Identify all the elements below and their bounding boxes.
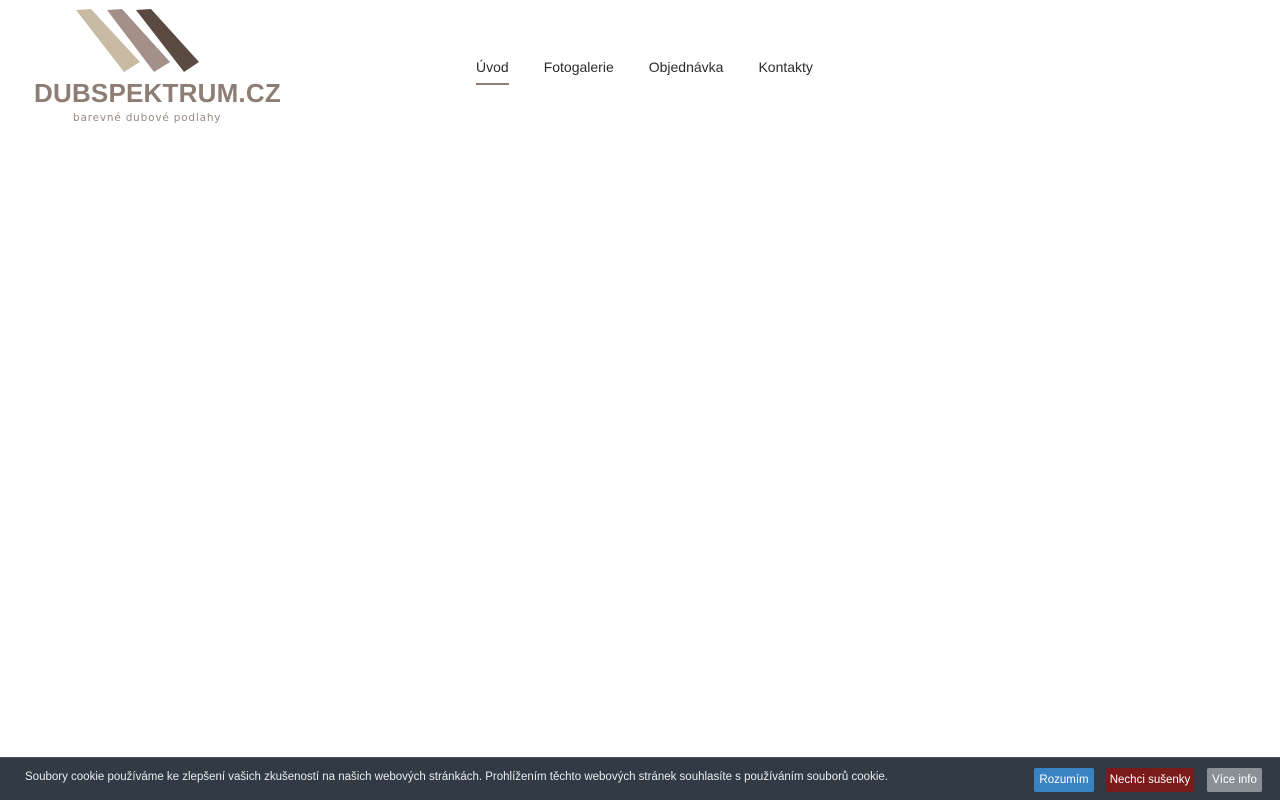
main-nav: Úvod Fotogalerie Objednávka Kontakty xyxy=(476,56,848,85)
page: DUBSPEKTRUM.CZ barevné dubové podlahy Úv… xyxy=(0,0,1280,800)
nav-item-kontakty[interactable]: Kontakty xyxy=(758,56,812,84)
nav-item-uvod[interactable]: Úvod xyxy=(476,56,509,85)
logo-tagline: barevné dubové podlahy xyxy=(73,112,222,124)
nav-item-fotogalerie[interactable]: Fotogalerie xyxy=(544,56,614,84)
cookie-bar: Soubory cookie používáme ke zlepšení vaš… xyxy=(0,757,1280,800)
cookie-message: Soubory cookie používáme ke zlepšení vaš… xyxy=(25,771,888,783)
logo-planks-icon xyxy=(76,9,199,72)
cookie-more-info-button[interactable]: Více info xyxy=(1207,768,1262,792)
logo-name: DUBSPEKTRUM.CZ xyxy=(34,78,281,108)
cookie-accept-button[interactable]: Rozumím xyxy=(1034,768,1094,792)
cookie-decline-button[interactable]: Nechci sušenky xyxy=(1106,768,1194,792)
nav-item-objednavka[interactable]: Objednávka xyxy=(649,56,724,84)
site-header: DUBSPEKTRUM.CZ barevné dubové podlahy Úv… xyxy=(0,0,1280,140)
site-logo[interactable]: DUBSPEKTRUM.CZ barevné dubové podlahy xyxy=(30,6,281,131)
